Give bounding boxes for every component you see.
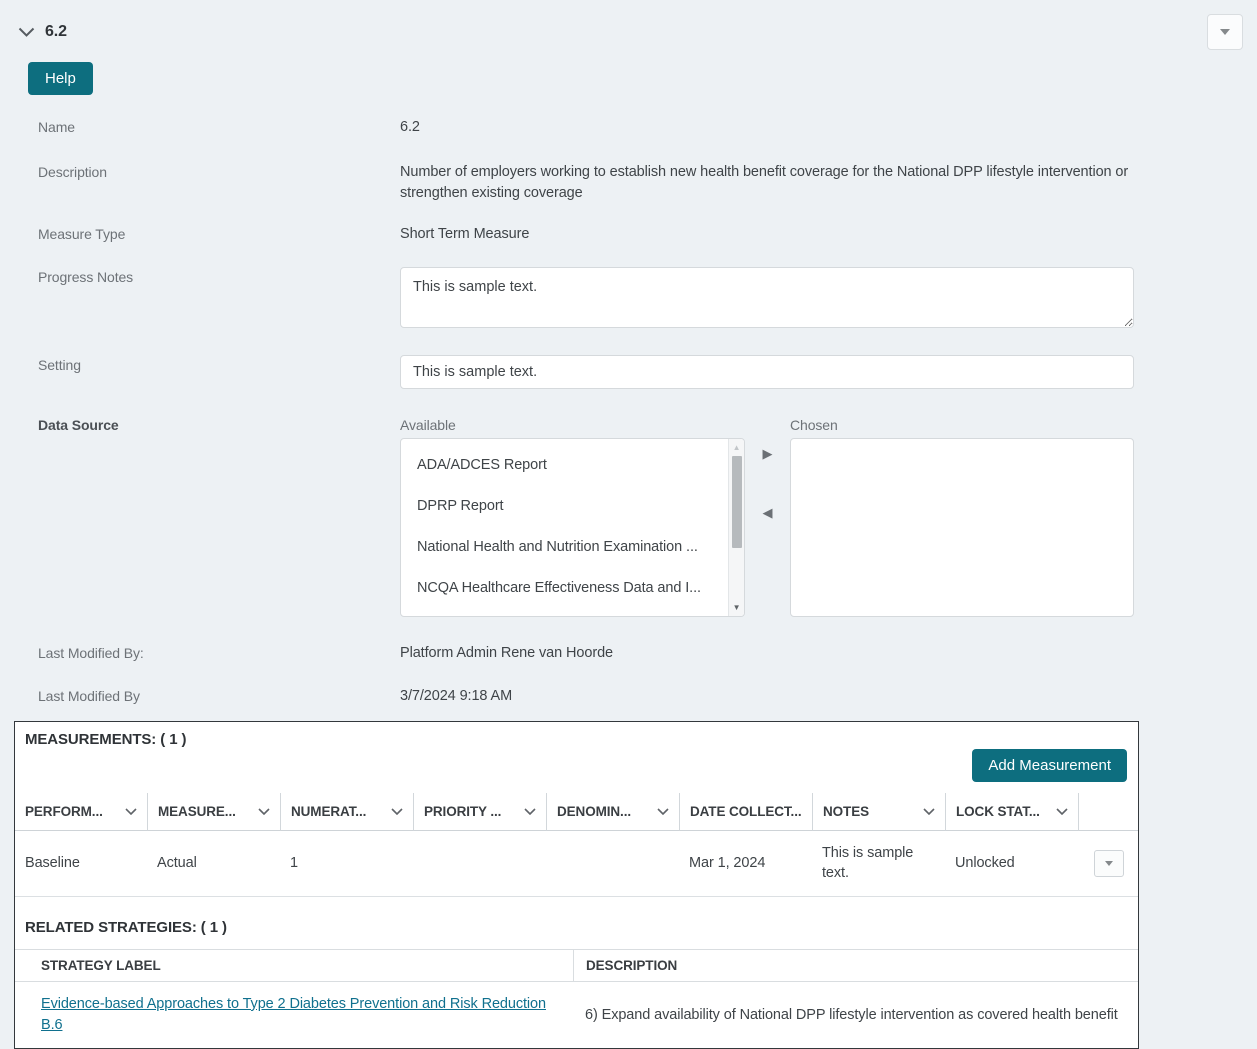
- last-modified-by-label: Last Modified By:: [38, 645, 144, 662]
- move-left-icon[interactable]: ◀: [763, 506, 773, 519]
- cell-numerator: 1: [280, 831, 413, 898]
- measurements-table-header: PERFORM... MEASURE... NUMERAT... PRIORIT…: [15, 793, 1138, 832]
- column-header-notes[interactable]: NOTES: [812, 793, 945, 832]
- column-header-denominator[interactable]: DENOMIN...: [546, 793, 679, 832]
- column-header-priority[interactable]: PRIORITY ...: [413, 793, 546, 832]
- last-modified-date-value: 3/7/2024 9:18 AM: [400, 688, 513, 705]
- related-strategies-table: STRATEGY LABEL DESCRIPTION Evidence-base…: [15, 949, 1138, 1048]
- help-button[interactable]: Help: [28, 62, 93, 95]
- chevron-down-icon: [258, 808, 270, 816]
- strategy-link[interactable]: Evidence-based Approaches to Type 2 Diab…: [41, 994, 565, 1038]
- scroll-up-icon[interactable]: ▲: [729, 439, 744, 456]
- section-collapse-chevron-icon[interactable]: [18, 27, 35, 37]
- column-header-description: DESCRIPTION: [573, 950, 1138, 982]
- add-measurement-button[interactable]: Add Measurement: [972, 749, 1127, 783]
- chevron-down-icon: [657, 808, 669, 816]
- strategy-row: Evidence-based Approaches to Type 2 Diab…: [15, 982, 1138, 1048]
- available-list-item[interactable]: NCQA Healthcare Effectiveness Data and I…: [401, 566, 744, 607]
- cell-measure: Actual: [147, 831, 280, 898]
- section-header: 6.2: [0, 10, 1257, 50]
- cell-priority: [413, 831, 546, 898]
- chevron-down-icon: [923, 808, 935, 816]
- related-strategies-header: STRATEGY LABEL DESCRIPTION: [15, 949, 1138, 983]
- strategy-description: 6) Expand availability of National DPP l…: [585, 1006, 1118, 1023]
- cell-denominator: [546, 831, 679, 898]
- chevron-down-icon: [1056, 808, 1068, 816]
- measurement-row-menu-button[interactable]: [1094, 850, 1124, 878]
- cell-performance: Baseline: [15, 831, 147, 898]
- measurements-panel: MEASUREMENTS: ( 1 ) Add Measurement PERF…: [14, 721, 1139, 1049]
- last-modified-by-value: Platform Admin Rene van Hoorde: [400, 645, 613, 662]
- available-list-item[interactable]: ADA/ADCES Report: [401, 443, 744, 484]
- measure-type-label: Measure Type: [38, 226, 126, 243]
- chevron-down-icon: [125, 808, 137, 816]
- column-header-numerator[interactable]: NUMERAT...: [280, 793, 413, 832]
- available-label: Available: [400, 417, 456, 434]
- caret-down-icon: [1220, 29, 1230, 35]
- scroll-down-icon[interactable]: ▼: [729, 599, 744, 616]
- setting-input[interactable]: [400, 355, 1134, 390]
- chosen-listbox[interactable]: [790, 438, 1134, 618]
- measure-type-value: Short Term Measure: [400, 226, 530, 243]
- measurement-row: Baseline Actual 1 Mar 1, 2024 This is sa…: [15, 831, 1138, 898]
- measure-form: Name 6.2 Description Number of employers…: [0, 117, 1257, 707]
- column-header-lock-status[interactable]: LOCK STAT...: [945, 793, 1078, 832]
- available-list-item[interactable]: DPRP Report: [401, 484, 744, 525]
- chevron-down-icon: [391, 808, 403, 816]
- name-value: 6.2: [400, 119, 420, 135]
- progress-notes-label: Progress Notes: [38, 269, 134, 286]
- cell-date-collected: Mar 1, 2024: [679, 831, 812, 898]
- caret-down-icon: [1105, 861, 1113, 867]
- scrollbar-thumb[interactable]: [731, 456, 742, 549]
- data-source-dual-list: Available ADA/ADCES Report DPRP Report N…: [400, 415, 1134, 618]
- related-strategies-section-title: RELATED STRATEGIES: ( 1 ): [25, 919, 227, 937]
- page-title: 6.2: [45, 23, 67, 40]
- column-header-strategy-label: STRATEGY LABEL: [41, 958, 161, 974]
- column-header-performance[interactable]: PERFORM...: [15, 793, 147, 832]
- chosen-label: Chosen: [790, 417, 838, 434]
- last-modified-date-label: Last Modified By: [38, 688, 140, 705]
- description-value: Number of employers working to establish…: [400, 164, 1129, 202]
- available-list-scrollbar[interactable]: ▲ ▼: [728, 439, 744, 617]
- setting-label: Setting: [38, 357, 81, 374]
- available-listbox[interactable]: ADA/ADCES Report DPRP Report National He…: [400, 438, 745, 618]
- chevron-down-icon: [524, 808, 536, 816]
- column-header-actions: [1078, 793, 1138, 832]
- data-source-label: Data Source: [38, 417, 119, 434]
- name-label: Name: [38, 119, 75, 135]
- column-header-measure[interactable]: MEASURE...: [147, 793, 280, 832]
- measurements-table: PERFORM... MEASURE... NUMERAT... PRIORIT…: [15, 793, 1138, 898]
- cell-notes: This is sample text.: [822, 845, 914, 881]
- description-label: Description: [38, 164, 107, 181]
- section-menu-button[interactable]: [1207, 14, 1243, 50]
- move-right-icon[interactable]: ▶: [763, 447, 773, 460]
- cell-lock-status: Unlocked: [945, 831, 1078, 898]
- measure-detail-page: 6.2 Help Name 6.2 Description Number of …: [0, 0, 1257, 1049]
- column-header-date-collected[interactable]: DATE COLLECT...: [679, 793, 812, 832]
- available-list-item[interactable]: National Health and Nutrition Examinatio…: [401, 525, 744, 566]
- measurements-section-title: MEASUREMENTS: ( 1 ): [25, 731, 187, 749]
- progress-notes-textarea[interactable]: This is sample text.: [400, 267, 1134, 329]
